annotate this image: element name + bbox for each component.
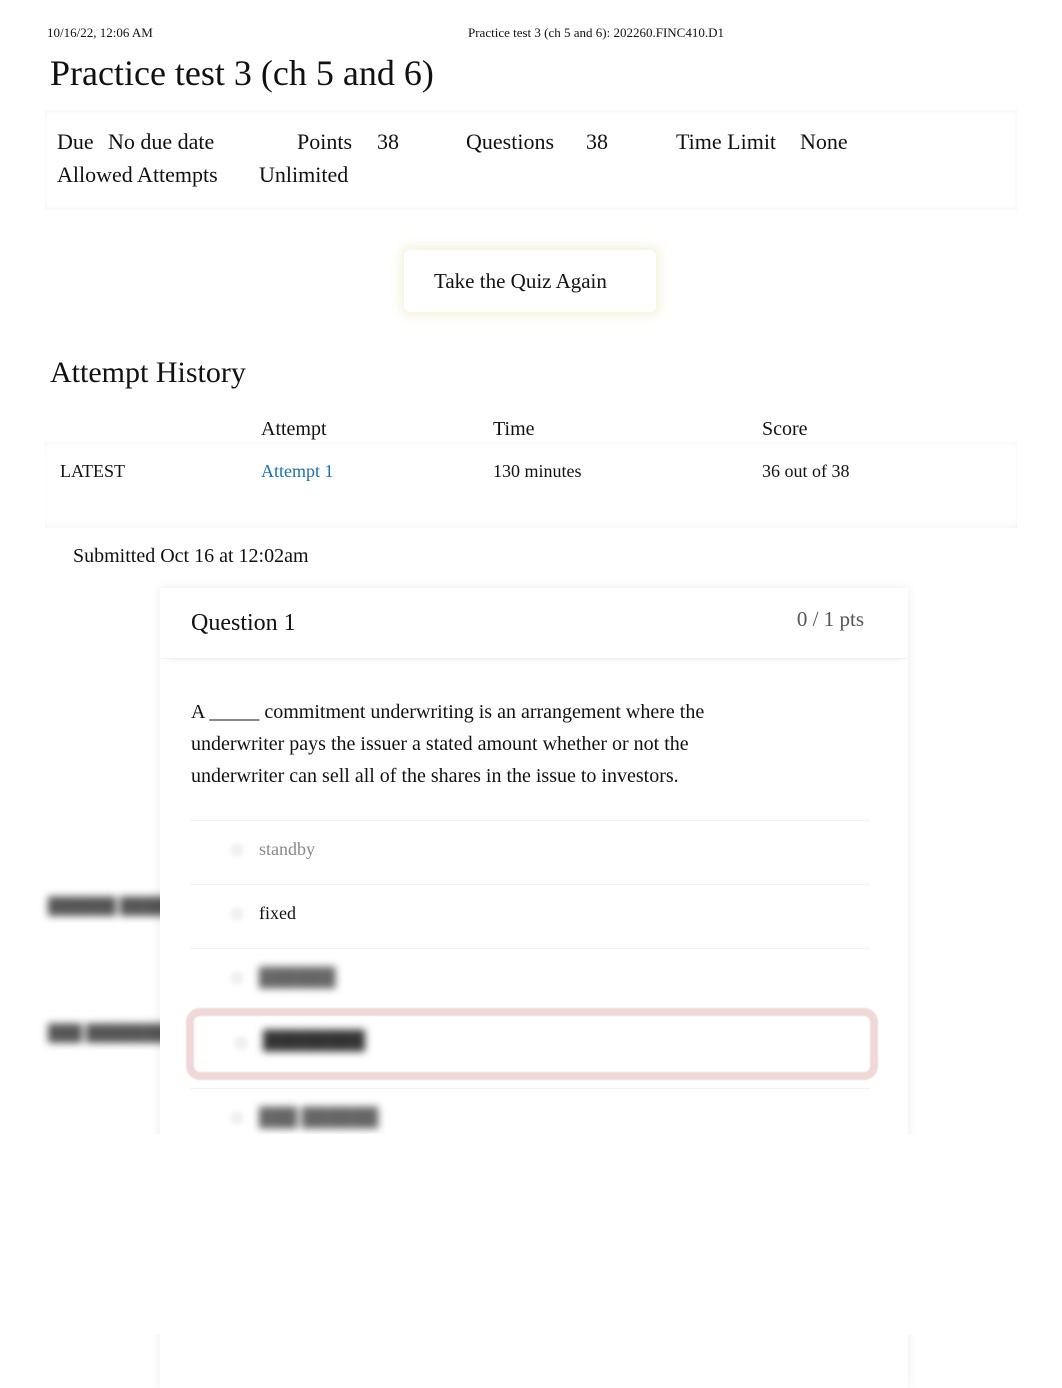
column-header-time: Time [493,418,535,440]
answer-label-blurred: ██████ [259,967,336,987]
due-value: No due date [108,129,215,154]
points-label: Points [297,129,353,154]
radio-icon[interactable] [230,907,244,921]
column-header-attempt: Attempt [261,418,327,440]
questions-value: 38 [586,129,608,154]
answer-label-blurred: ████████ [263,1030,366,1050]
column-header-score: Score [762,418,808,440]
answer-option[interactable]: fixed [190,884,870,947]
radio-icon[interactable] [230,971,244,985]
answer-option[interactable]: ██████ [190,948,870,1011]
allowed-attempts-label: Allowed Attempts [57,162,218,187]
answer-label: fixed [259,903,296,923]
radio-icon[interactable] [230,1111,244,1125]
quiz-details: Due No due date Points 38 Questions 38 T… [45,110,1017,210]
attempt-history-table [45,442,1017,528]
radio-icon[interactable] [234,1036,248,1050]
answer-label-blurred: ███ ██████ [259,1107,379,1127]
page-title: Practice test 3 (ch 5 and 6) [50,53,434,93]
latest-tag: LATEST [60,461,125,481]
take-quiz-again-button[interactable]: Take the Quiz Again [404,250,656,312]
page-blank-area [0,1134,1062,1334]
attempt-1-link[interactable]: Attempt 1 [261,461,334,482]
question-header: Question 1 0 / 1 pts [160,588,908,659]
points-value: 38 [377,129,399,154]
time-limit-label: Time Limit [676,129,777,154]
radio-icon[interactable] [230,843,244,857]
question-title: Question 1 [191,610,296,636]
time-limit-value: None [800,129,848,154]
print-datetime: 10/16/22, 12:06 AM [47,25,153,40]
answer-option-selected-incorrect[interactable]: ████████ [186,1008,878,1080]
print-page-title: Practice test 3 (ch 5 and 6): 202260.FIN… [468,25,724,40]
due-label: Due [57,129,94,154]
questions-label: Questions [466,129,554,154]
attempt-history-title: Attempt History [50,356,246,389]
answer-option[interactable]: standby [190,820,870,883]
attempt-score: 36 out of 38 [762,461,850,481]
attempt-time: 130 minutes [493,461,582,481]
answer-label: standby [259,839,315,859]
submitted-timestamp: Submitted Oct 16 at 12:02am [73,545,309,567]
allowed-attempts-value: Unlimited [259,162,349,187]
question-text: A _____ commitment underwriting is an ar… [191,701,705,787]
question-points: 0 / 1 pts [796,607,864,631]
